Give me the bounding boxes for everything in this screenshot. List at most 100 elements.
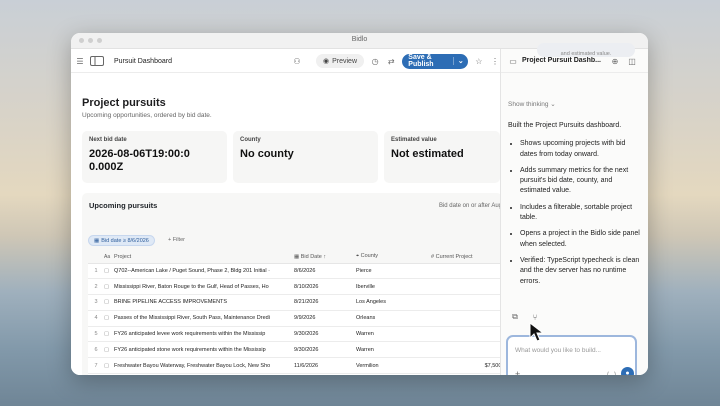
show-thinking-toggle[interactable]: Show thinking ⌄ [508, 100, 556, 108]
upcoming-pursuits-section: Upcoming pursuits Bid date on or after A… [82, 193, 508, 375]
star-icon[interactable]: ☆ [474, 55, 484, 67]
message-intro: Built the Project Pursuits dashboard. [508, 122, 622, 129]
page-title: Pursuit Dashboard [114, 57, 172, 65]
cell-current-project [431, 373, 508, 375]
calendar-icon: ▦ [94, 237, 100, 244]
add-filter-button[interactable]: + Filter [168, 237, 185, 243]
assistant-title: Project Pursuit Dashb... [522, 57, 601, 64]
cell-bid-date: 9/30/2026 [294, 341, 356, 359]
pursuits-table: Aa Project ▦ Bid Date ↑ ⌖ County # Curre… [88, 251, 508, 375]
table-header-row: Aa Project ▦ Bid Date ↑ ⌖ County # Curre… [88, 251, 508, 264]
cell-project[interactable]: BRINE PIPELINE ACCESS IMPROVEMENTS [114, 294, 294, 311]
cell-project[interactable]: Mississippi River, Baton Rouge to the Gu… [114, 278, 294, 296]
add-attachment-icon[interactable]: + [515, 369, 520, 375]
cell-bid-date: 9/30/2026 [294, 326, 356, 343]
show-thinking-label: Show thinking [508, 101, 549, 108]
copy-icon[interactable]: ⧉ [509, 311, 521, 323]
share-user-icon[interactable]: ⚇ [291, 55, 303, 67]
cell-bid-date: 8/10/2026 [294, 278, 356, 296]
card-label: County [240, 137, 261, 143]
row-number: 4 [88, 310, 104, 327]
window-title: Bidlo [351, 36, 368, 43]
metric-card-estimated-value: Estimated value Not estimated [384, 131, 500, 183]
assistant-panel: ▭ Project Pursuit Dashb... ⊕ ◫ and estim… [500, 43, 648, 375]
cell-current-project [431, 310, 508, 327]
save-publish-button[interactable]: Save & Publish ⌄ [402, 53, 468, 69]
current-project-header-label: Current Project [435, 253, 473, 260]
document-icon: ▢ [104, 373, 114, 375]
chevron-down-icon: ⌄ [550, 101, 556, 108]
text-type-icon: Aa [104, 251, 114, 264]
history-icon[interactable]: ◷ [370, 55, 380, 67]
calendar-icon: ▦ [294, 253, 301, 260]
cell-project[interactable]: Mississippi River, Baton Rouge to Gulf o… [114, 373, 294, 375]
cell-current-project [431, 341, 508, 359]
metric-card-bid-date: Next bid date 2026-08-06T19:00:00.000Z [82, 131, 227, 183]
assistant-message: Built the Project Pursuits dashboard. Sh… [508, 121, 640, 293]
table-row[interactable]: 4 ▢ Passes of the Mississippi River, South… [88, 310, 508, 327]
editor-pane: ☰ Pursuit Dashboard ⚇ ◉ Preview ◷ ⇄ Save… [71, 49, 508, 375]
cell-current-project: $7,500,0 [431, 357, 508, 375]
column-header-project[interactable]: Project [114, 251, 294, 264]
cell-current-project [431, 263, 508, 280]
cell-current-project [431, 326, 508, 343]
table-row[interactable]: 7 ▢ Freshwater Bayou Waterway, Freshwater … [88, 357, 508, 375]
table-row[interactable]: 3 ▢ BRINE PIPELINE ACCESS IMPROVEMENTS 8/21… [88, 294, 508, 311]
chat-input[interactable]: What would you like to build... [515, 347, 601, 354]
cell-project[interactable]: Q702--American Lake / Puget Sound, Phase… [114, 263, 294, 280]
cell-current-project [431, 294, 508, 311]
list-item: Includes a filterable, sortable project … [520, 203, 640, 224]
chevron-down-icon[interactable]: ⌄ [452, 57, 468, 65]
preview-button[interactable]: ◉ Preview [316, 54, 365, 68]
row-number: 1 [88, 263, 104, 280]
chat-input-box[interactable]: What would you like to build... + ● [506, 335, 637, 375]
dashboard-content: Project pursuits Upcoming opportunities,… [71, 89, 508, 375]
cell-county: Pierce [356, 263, 431, 280]
panel-icon[interactable]: ▭ [507, 55, 519, 67]
column-header-county[interactable]: ⌖ County [356, 251, 431, 264]
bid-date-filter-chip[interactable]: ▦ Bid date ≥ 8/6/2026 [88, 235, 155, 246]
table-row[interactable]: 2 ▢ Mississippi River, Baton Rouge to the … [88, 278, 508, 296]
cell-county: Los Angeles [356, 294, 431, 311]
county-header-label: County [360, 253, 379, 260]
section-title: Upcoming pursuits [89, 201, 158, 210]
row-number: 5 [88, 326, 104, 343]
cell-bid-date: 9/9/2026 [294, 310, 356, 327]
list-item: Adds summary metrics for the next pursui… [520, 166, 640, 197]
row-number: 8 [88, 373, 104, 375]
card-value: No county [240, 148, 294, 160]
column-header-current-project[interactable]: # Current Project [431, 251, 508, 264]
card-label: Estimated value [391, 137, 437, 143]
swap-icon[interactable]: ⇄ [386, 55, 396, 67]
cell-county: Iberville [356, 373, 431, 375]
section-filter-note: Bid date on or after Aug [438, 203, 502, 209]
cell-county: Vermilion [356, 357, 431, 375]
cell-project[interactable]: Freshwater Bayou Waterway, Freshwater Ba… [114, 357, 294, 375]
row-number: 3 [88, 294, 104, 311]
cell-bid-date: 12/1/2026 [294, 373, 356, 375]
card-value: Not estimated [391, 148, 464, 160]
sidebar-toggle-icon[interactable] [89, 55, 105, 67]
table-row[interactable]: 5 ▢ FY26 anticipated levee work requiremen… [88, 326, 508, 343]
table-row[interactable]: 1 ▢ Q702--American Lake / Puget Sound, Pha… [88, 263, 508, 280]
column-header-bid-date[interactable]: ▦ Bid Date ↑ [294, 251, 356, 264]
list-item: Verified: TypeScript typecheck is clean … [520, 256, 640, 287]
table-row[interactable]: 8▢Mississippi River, Baton Rouge to Gulf… [88, 373, 508, 375]
cell-county: Warren [356, 341, 431, 359]
table-row[interactable]: 6 ▢ FY26 anticipated stone work requiremen… [88, 341, 508, 359]
microphone-icon[interactable]: ● [621, 367, 634, 375]
filter-chip-label: Bid date ≥ 8/6/2026 [101, 237, 149, 244]
bid-date-header-label: Bid Date ↑ [300, 253, 327, 260]
cell-project[interactable]: FY26 anticipated stone work requirements… [114, 341, 294, 359]
card-label: Next bid date [89, 137, 127, 143]
row-number: 7 [88, 357, 104, 375]
cell-project[interactable]: FY26 anticipated levee work requirements… [114, 326, 294, 343]
cell-county: Warren [356, 326, 431, 343]
cell-project[interactable]: Passes of the Mississippi River, South P… [114, 310, 294, 327]
more-icon[interactable]: ⋮ [490, 55, 500, 67]
eye-icon: ◉ [323, 58, 330, 65]
menu-icon[interactable]: ☰ [74, 55, 86, 67]
publish-label: Save & Publish [408, 54, 434, 68]
cell-current-project [431, 278, 508, 296]
row-number-header [88, 251, 104, 264]
